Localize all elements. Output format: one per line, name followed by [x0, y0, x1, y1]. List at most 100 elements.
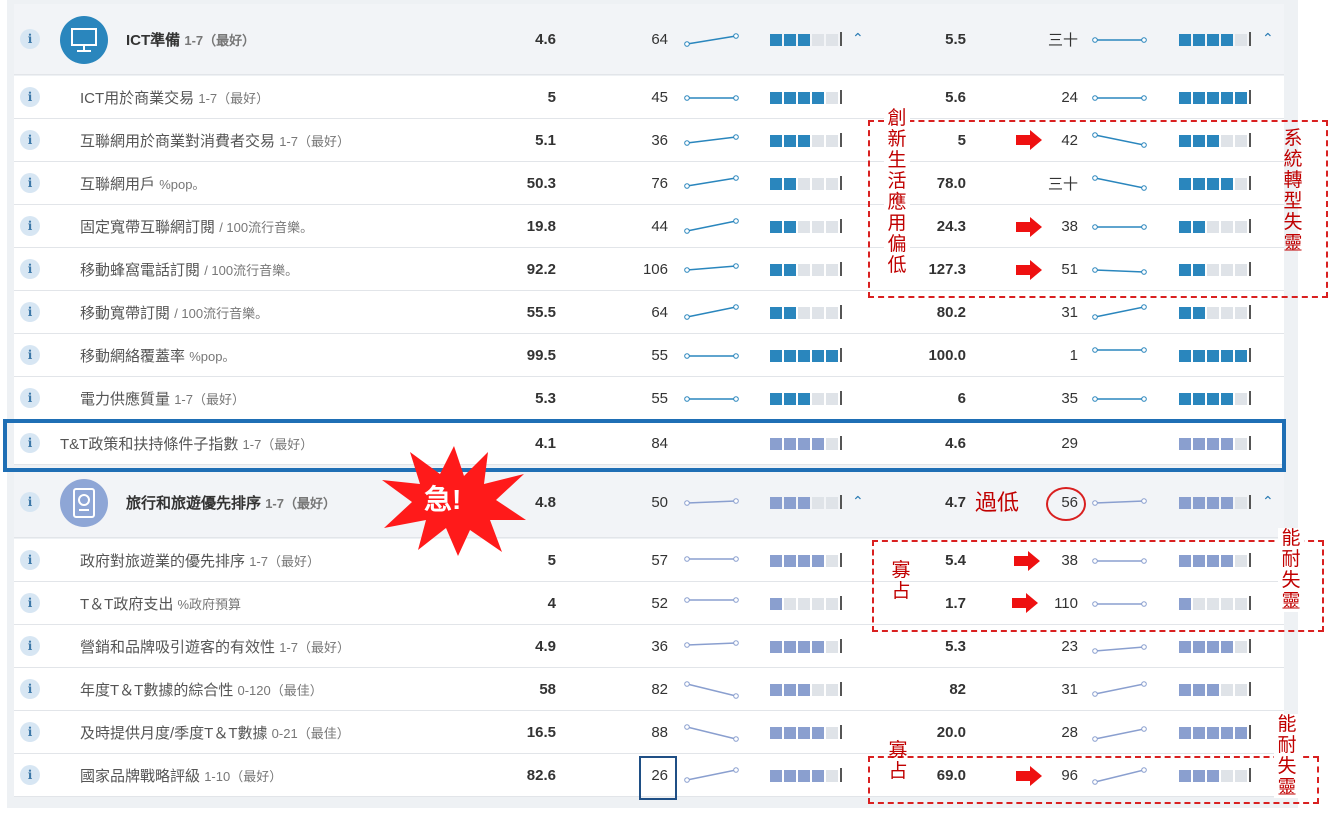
- score-value: 4: [547, 594, 556, 612]
- score-value-2: 5.6: [945, 88, 966, 106]
- collapse-chevron-icon[interactable]: ⌃: [1262, 493, 1274, 510]
- indicator-label: 國家品牌戰略評級 1-10（最好）: [80, 754, 282, 796]
- trend-sparkline: [1092, 643, 1147, 654]
- indicator-label: 電力供應質量 1-7（最好）: [80, 377, 245, 419]
- indicator-row[interactable]: i 及時提供月度/季度T＆T數據 0-21（最佳） 16.5 88 20.0 28: [14, 711, 1284, 754]
- info-icon[interactable]: i: [20, 550, 40, 570]
- low-annotation: 過低: [975, 490, 1020, 515]
- info-icon[interactable]: i: [20, 388, 40, 408]
- red-arrow-icon: [1016, 130, 1042, 150]
- indicator-scale: / 100流行音樂。: [204, 262, 299, 278]
- info-icon[interactable]: i: [20, 173, 40, 193]
- score-value: 58: [539, 680, 556, 698]
- trend-sparkline: [684, 497, 739, 506]
- indicator-name: 移動網絡覆蓋率: [80, 347, 186, 365]
- trend-sparkline: [1092, 346, 1147, 353]
- info-icon[interactable]: i: [20, 87, 40, 107]
- subindex-highlight-box: [3, 419, 1286, 472]
- trend-sparkline: [684, 596, 739, 603]
- rank-value-2: 35: [1061, 389, 1078, 407]
- red-arrow-icon: [1014, 551, 1040, 571]
- trend-sparkline: [684, 174, 739, 189]
- indicator-name: 移動寬帶訂閱: [80, 304, 171, 322]
- rank-highlight-box: [639, 756, 677, 800]
- indicator-scale: 0-120（最佳）: [237, 682, 323, 698]
- indicator-label: 互聯網用於商業對消費者交易 1-7（最好）: [80, 119, 350, 161]
- score-value-2: 5.5: [945, 30, 966, 48]
- category-header-row[interactable]: i 旅行和旅遊優先排序 1-7（最好） 4.8 50 4.7 56 ⌃ ⌃: [14, 467, 1284, 538]
- trend-sparkline: [684, 766, 739, 783]
- indicator-scale: / 100流行音樂。: [174, 305, 269, 321]
- info-icon[interactable]: i: [20, 765, 40, 785]
- score-bar: [770, 596, 842, 610]
- rank-value: 55: [651, 346, 668, 364]
- info-icon[interactable]: i: [20, 216, 40, 236]
- collapse-chevron-icon[interactable]: ⌃: [1262, 30, 1274, 47]
- indicator-label: 旅行和旅遊優先排序 1-7（最好）: [126, 467, 336, 537]
- capability-annotation-1: 能耐失靈: [1278, 528, 1304, 612]
- rank-value: 44: [651, 217, 668, 235]
- trend-sparkline: [684, 352, 739, 359]
- trend-sparkline: [1092, 303, 1147, 320]
- info-icon[interactable]: i: [20, 259, 40, 279]
- info-icon[interactable]: i: [20, 130, 40, 150]
- trend-sparkline: [684, 395, 739, 402]
- score-value: 82.6: [526, 766, 556, 784]
- score-bar: [1179, 725, 1251, 739]
- trend-sparkline: [1092, 36, 1147, 43]
- info-icon[interactable]: i: [20, 679, 40, 699]
- indicator-row[interactable]: i ICT用於商業交易 1-7（最好） 5 45 5.6 24: [14, 76, 1284, 119]
- score-bar: [770, 639, 842, 653]
- indicator-row[interactable]: i 電力供應質量 1-7（最好） 5.3 55 6 35: [14, 377, 1284, 420]
- score-bar: [770, 682, 842, 696]
- score-bar: [1179, 90, 1251, 104]
- indicator-label: 移動寬帶訂閱 / 100流行音樂。: [80, 291, 268, 333]
- indicator-scale: 1-7（最好）: [249, 553, 320, 569]
- rank-value-2: 31: [1061, 680, 1078, 698]
- info-icon[interactable]: i: [20, 345, 40, 365]
- trend-sparkline: [1092, 497, 1147, 506]
- score-bar: [770, 495, 842, 509]
- info-icon[interactable]: i: [20, 636, 40, 656]
- trend-sparkline: [1092, 725, 1147, 742]
- trend-sparkline: [684, 133, 739, 146]
- trend-sparkline: [684, 32, 739, 47]
- indicator-row[interactable]: i 年度T＆T數據的綜合性 0-120（最佳） 58 82 82 31: [14, 668, 1284, 711]
- indicator-row[interactable]: i 移動網絡覆蓋率 %pop。 99.5 55 100.0 1: [14, 334, 1284, 377]
- indicator-name: 移動蜂窩電話訂閱: [80, 261, 201, 279]
- score-value-2: 82: [949, 680, 966, 698]
- info-icon[interactable]: i: [20, 302, 40, 322]
- indicator-name: ICT用於商業交易: [80, 89, 195, 107]
- urgent-badge-text: 急!: [424, 484, 462, 515]
- indicator-name: 營銷和品牌吸引遊客的有效性: [80, 638, 276, 656]
- collapse-chevron-icon[interactable]: ⌃: [852, 30, 864, 47]
- rank-value: 45: [651, 88, 668, 106]
- category-header-row[interactable]: i ICT準備 1-7（最好） 4.6 64 5.5 三十 ⌃ ⌃: [14, 4, 1284, 75]
- rank-value: 106: [642, 260, 668, 278]
- trend-sparkline: [1092, 680, 1147, 697]
- collapse-chevron-icon[interactable]: ⌃: [852, 493, 864, 510]
- rank-value-2: 三十: [1047, 31, 1078, 49]
- rank-value: 52: [651, 594, 668, 612]
- indicator-label: 營銷和品牌吸引遊客的有效性 1-7（最好）: [80, 625, 350, 667]
- info-icon[interactable]: i: [20, 492, 40, 512]
- score-bar: [770, 768, 842, 782]
- indicator-label: 政府對旅遊業的優先排序 1-7（最好）: [80, 539, 320, 581]
- rank-value: 55: [651, 389, 668, 407]
- score-value: 5.3: [535, 389, 556, 407]
- info-icon[interactable]: i: [20, 722, 40, 742]
- indicator-name: 固定寬帶互聯網訂閱: [80, 218, 216, 236]
- score-bar: [770, 262, 842, 276]
- score-bar: [1179, 682, 1251, 696]
- indicator-scale: 1-7（最好）: [184, 32, 256, 48]
- red-arrow-icon: [1012, 593, 1038, 613]
- info-icon[interactable]: i: [20, 593, 40, 613]
- trend-sparkline: [684, 217, 739, 234]
- indicator-scale: 1-7（最好）: [174, 391, 245, 407]
- trend-sparkline: [684, 639, 739, 648]
- innovation-dashed-box: [868, 120, 1328, 298]
- indicator-scale: 0-21（最佳）: [271, 725, 350, 741]
- indicator-name: 及時提供月度/季度T＆T數據: [80, 724, 268, 742]
- rank-value: 50: [651, 493, 668, 511]
- info-icon[interactable]: i: [20, 29, 40, 49]
